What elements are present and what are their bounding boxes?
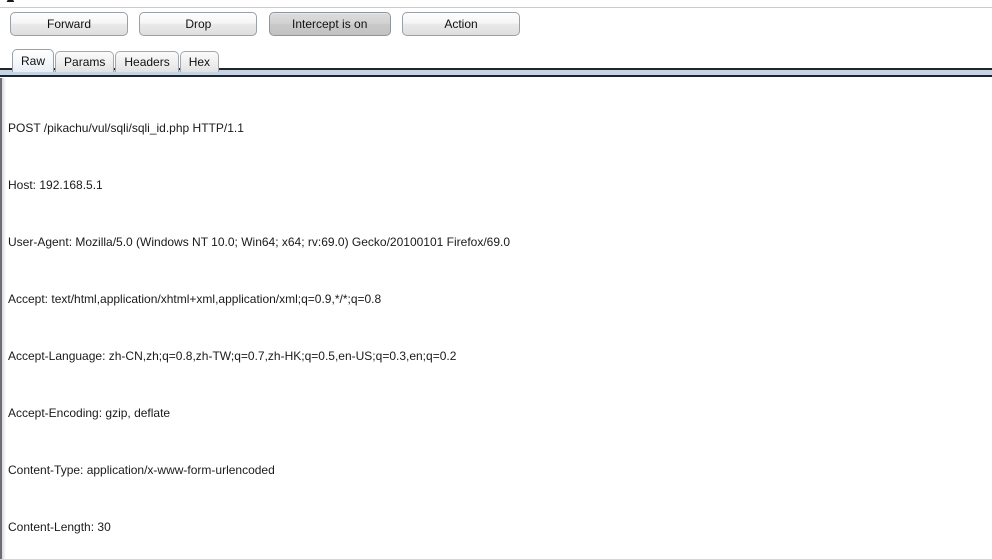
tab-params[interactable]: Params: [55, 51, 115, 72]
header-accept-language: Accept-Language: zh-CN,zh;q=0.8,zh-TW;q=…: [8, 349, 457, 363]
raw-request-editor[interactable]: POST /pikachu/vul/sqli/sqli_id.php HTTP/…: [0, 78, 992, 559]
editor-left-gutter: [2, 78, 6, 559]
tab-headers[interactable]: Headers: [115, 51, 179, 72]
drop-button[interactable]: Drop: [139, 12, 258, 36]
message-view-tabs: Raw Params Headers Hex: [0, 46, 992, 78]
header-host: Host: 192.168.5.1: [8, 178, 103, 192]
request-line: POST /pikachu/vul/sqli/sqli_id.php HTTP/…: [8, 121, 244, 135]
clipped-header-row: ▲: [0, 0, 992, 8]
intercept-toolbar: Forward Drop Intercept is on Action: [0, 8, 992, 46]
tab-list: Raw Params Headers Hex: [12, 49, 220, 72]
raw-request-text[interactable]: POST /pikachu/vul/sqli/sqli_id.php HTTP/…: [8, 81, 992, 559]
header-content-type: Content-Type: application/x-www-form-url…: [8, 463, 275, 477]
tab-raw[interactable]: Raw: [12, 49, 55, 72]
forward-button[interactable]: Forward: [10, 12, 128, 36]
header-user-agent: User-Agent: Mozilla/5.0 (Windows NT 10.0…: [8, 235, 511, 249]
burp-logo-icon: ▲: [4, 0, 18, 5]
header-accept-encoding: Accept-Encoding: gzip, deflate: [8, 406, 171, 420]
header-content-length: Content-Length: 30: [8, 520, 111, 534]
action-button[interactable]: Action: [402, 12, 521, 36]
intercept-toggle-button[interactable]: Intercept is on: [268, 12, 391, 36]
tab-band-bottom-rule: [0, 75, 992, 77]
tab-hex[interactable]: Hex: [179, 51, 220, 72]
header-accept: Accept: text/html,application/xhtml+xml,…: [8, 292, 382, 306]
